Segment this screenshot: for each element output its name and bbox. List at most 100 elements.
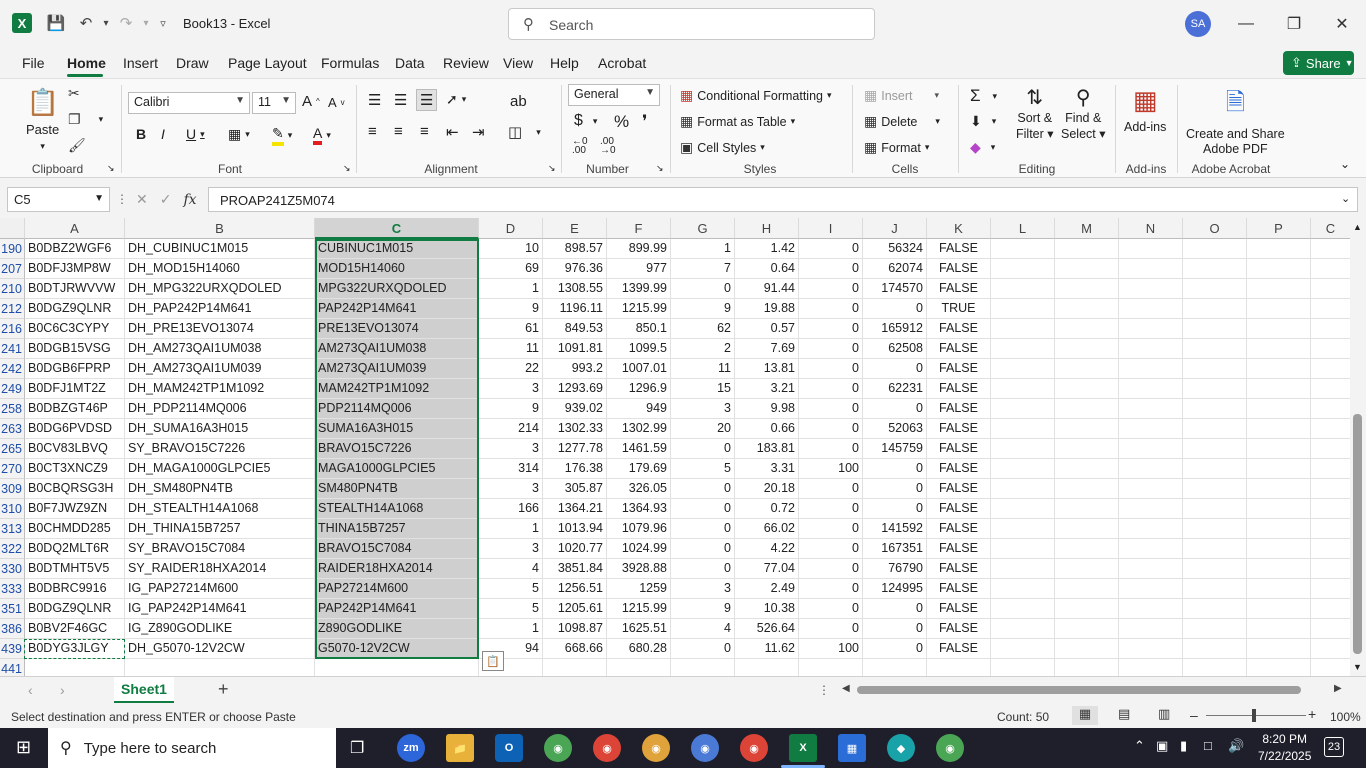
table-cell[interactable]	[1119, 259, 1183, 279]
table-cell[interactable]: 56324	[863, 239, 927, 259]
table-cell[interactable]	[1119, 359, 1183, 379]
vertical-scroll-thumb[interactable]	[1353, 414, 1362, 654]
table-cell[interactable]	[991, 239, 1055, 259]
table-cell[interactable]: 76790	[863, 559, 927, 579]
chrome-icon[interactable]: ◉	[642, 734, 670, 762]
column-header[interactable]: O	[1183, 218, 1247, 239]
tab-help[interactable]: Help	[550, 55, 579, 71]
table-cell[interactable]: 62074	[863, 259, 927, 279]
add-ins-button[interactable]: ▦ Add-ins	[1124, 85, 1166, 134]
table-cell[interactable]: 9	[671, 299, 735, 319]
number-format-select[interactable]: General ▼	[568, 84, 660, 106]
table-cell[interactable]: 7	[671, 259, 735, 279]
table-cell[interactable]	[991, 499, 1055, 519]
table-cell[interactable]	[991, 339, 1055, 359]
table-cell[interactable]: 176.38	[543, 459, 607, 479]
cell-styles-button[interactable]: ▣ Cell Styles ▾	[680, 139, 765, 156]
table-cell[interactable]: FALSE	[927, 599, 991, 619]
table-cell[interactable]: IG_PAP242P14M641	[125, 599, 315, 619]
table-cell[interactable]: FALSE	[927, 339, 991, 359]
table-cell[interactable]: 3	[479, 479, 543, 499]
scroll-up-icon[interactable]: ▲	[1353, 222, 1362, 232]
table-cell[interactable]	[1247, 439, 1311, 459]
table-cell[interactable]: STEALTH14A1068	[315, 499, 479, 519]
table-cell[interactable]: 20.18	[735, 479, 799, 499]
table-cell[interactable]: 939.02	[543, 399, 607, 419]
row-header[interactable]: 351	[0, 599, 25, 619]
row-header[interactable]: 439	[0, 639, 25, 659]
table-cell[interactable]: PDP2114MQ006	[315, 399, 479, 419]
table-cell[interactable]: SUMA16A3H015	[315, 419, 479, 439]
table-cell[interactable]: B0BV2F46GC	[25, 619, 125, 639]
cancel-icon[interactable]: ✕	[136, 191, 148, 208]
table-cell[interactable]: 4	[479, 559, 543, 579]
table-cell[interactable]	[1183, 439, 1247, 459]
table-cell[interactable]: DH_SM480PN4TB	[125, 479, 315, 499]
table-cell[interactable]: B0DFJ1MT2Z	[25, 379, 125, 399]
table-cell[interactable]: 5	[671, 459, 735, 479]
zoom-out-icon[interactable]: –	[1190, 707, 1198, 723]
redo-icon[interactable]: ↷	[115, 12, 137, 34]
table-cell[interactable]: 10	[479, 239, 543, 259]
table-cell[interactable]: FALSE	[927, 639, 991, 659]
table-cell[interactable]	[1055, 359, 1119, 379]
table-cell[interactable]	[1183, 359, 1247, 379]
table-cell[interactable]: 1024.99	[607, 539, 671, 559]
column-header[interactable]: E	[543, 218, 607, 239]
table-cell[interactable]: FALSE	[927, 419, 991, 439]
table-cell[interactable]	[1311, 599, 1351, 619]
row-header[interactable]: 258	[0, 399, 25, 419]
table-cell[interactable]	[1055, 379, 1119, 399]
row-header[interactable]: 242	[0, 359, 25, 379]
table-cell[interactable]: 668.66	[543, 639, 607, 659]
restore-icon[interactable]: ❐	[1282, 12, 1306, 36]
conditional-formatting-button[interactable]: ▦ Conditional Formatting ▾	[680, 87, 832, 104]
table-cell[interactable]: B0DFJ3MP8W	[25, 259, 125, 279]
table-cell[interactable]: FALSE	[927, 479, 991, 499]
table-cell[interactable]: 899.99	[607, 239, 671, 259]
table-cell[interactable]: B0DBZGT46P	[25, 399, 125, 419]
orientation-button[interactable]: ➚ ▾	[446, 91, 466, 108]
table-cell[interactable]	[1247, 599, 1311, 619]
table-cell[interactable]: IG_Z890GODLIKE	[125, 619, 315, 639]
table-cell[interactable]	[799, 659, 863, 676]
autosum-button[interactable]: Σ ▾	[970, 86, 997, 106]
table-cell[interactable]: B0DG6PVDSD	[25, 419, 125, 439]
minimize-icon[interactable]: —	[1234, 12, 1258, 36]
row-header[interactable]: 322	[0, 539, 25, 559]
prev-sheet-icon[interactable]: ‹	[28, 682, 33, 698]
zoom-slider-thumb[interactable]	[1252, 709, 1256, 722]
table-cell[interactable]: 1091.81	[543, 339, 607, 359]
table-cell[interactable]: 0	[799, 299, 863, 319]
increase-decimal-button[interactable]: ←0.00	[572, 137, 588, 156]
table-cell[interactable]: 0	[671, 639, 735, 659]
share-button[interactable]: ⇪ Share ▼	[1283, 51, 1354, 75]
table-cell[interactable]	[1055, 539, 1119, 559]
delete-cells-button[interactable]: ▦ Delete ▾	[864, 113, 940, 130]
table-cell[interactable]: PAP242P14M641	[315, 599, 479, 619]
table-cell[interactable]: 0	[671, 539, 735, 559]
table-cell[interactable]	[1055, 619, 1119, 639]
table-cell[interactable]	[1055, 239, 1119, 259]
table-cell[interactable]	[1311, 479, 1351, 499]
format-as-table-button[interactable]: ▦ Format as Table ▾	[680, 113, 795, 130]
comma-style-button[interactable]: ❜	[642, 112, 647, 132]
page-layout-view-icon[interactable]: ▤	[1118, 706, 1130, 722]
table-cell[interactable]: 62508	[863, 339, 927, 359]
tab-acrobat[interactable]: Acrobat	[598, 55, 646, 71]
table-cell[interactable]	[1183, 579, 1247, 599]
table-cell[interactable]: 3	[671, 579, 735, 599]
row-header[interactable]: 210	[0, 279, 25, 299]
row-header[interactable]: 212	[0, 299, 25, 319]
table-cell[interactable]: 1399.99	[607, 279, 671, 299]
table-cell[interactable]	[991, 619, 1055, 639]
tab-home[interactable]: Home	[67, 55, 106, 71]
table-cell[interactable]: 1625.51	[607, 619, 671, 639]
column-header[interactable]: A	[25, 218, 125, 239]
zoom-in-icon[interactable]: +	[1308, 706, 1316, 722]
table-cell[interactable]	[991, 459, 1055, 479]
table-cell[interactable]	[991, 479, 1055, 499]
column-header[interactable]: G	[671, 218, 735, 239]
table-cell[interactable]: 4	[671, 619, 735, 639]
table-cell[interactable]: B0CV83LBVQ	[25, 439, 125, 459]
